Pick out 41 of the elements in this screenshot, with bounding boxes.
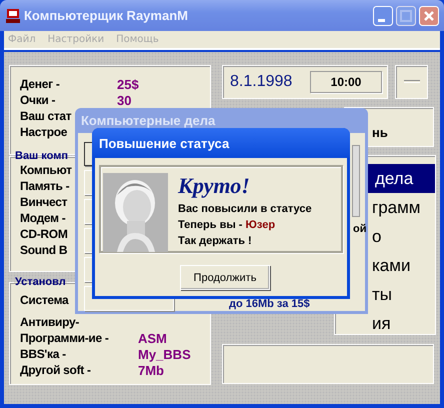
group-title: Ваш комп xyxy=(14,150,70,162)
item-label: Sound B xyxy=(20,243,68,257)
item-label: BBS'ка - xyxy=(20,347,66,361)
stat-label: Денег - xyxy=(20,77,61,91)
message-line: Вас повысили в статусе xyxy=(178,202,312,217)
window-title: Компьютерщик RaymanM xyxy=(24,8,189,23)
item-label: Другой soft - xyxy=(20,363,91,377)
continue-button[interactable]: Продолжить xyxy=(180,265,270,290)
maximize-icon[interactable] xyxy=(396,6,416,26)
close-icon[interactable] xyxy=(419,6,439,26)
stat-value: 30 xyxy=(117,92,132,108)
date-text: 8.1.1998 xyxy=(230,73,294,91)
time-display: 10:00 xyxy=(310,71,382,93)
item-value: My_BBS xyxy=(138,346,192,362)
small-button[interactable] xyxy=(395,65,428,99)
stat-label: Настрое xyxy=(20,125,68,139)
item-value: 7Mb xyxy=(138,362,165,378)
item-label: Память - xyxy=(20,179,70,193)
item-label: CD-ROM xyxy=(20,227,68,241)
item-label: Модем - xyxy=(20,211,66,225)
item-label: Антивиру- xyxy=(20,315,80,329)
message-line: Так держать ! xyxy=(178,234,253,249)
stat-value: 25$ xyxy=(117,76,139,92)
item-label: Программи-ие - xyxy=(20,331,109,345)
action-item[interactable]: ия xyxy=(335,309,435,338)
option-label: ой xyxy=(353,223,366,235)
computer-icon xyxy=(6,8,20,22)
item-label: Винчест xyxy=(20,195,68,209)
message-heading: Круто! xyxy=(178,173,251,199)
dash-icon xyxy=(404,80,420,84)
item-label: Система xyxy=(20,293,68,307)
window-title: Компьютерные дела xyxy=(81,113,216,128)
item-label: Компьют xyxy=(20,163,72,177)
scrollbar[interactable] xyxy=(352,145,360,217)
message-line: Теперь вы - Юзер xyxy=(178,218,276,233)
dialog-title: Повышение статуса xyxy=(99,136,230,150)
stat-label: Очки - xyxy=(20,93,56,107)
minimize-icon[interactable] xyxy=(373,6,393,26)
price-note: до 16Mb за 15$ xyxy=(229,298,310,310)
item-value: ASM xyxy=(138,330,168,346)
group-title: Установл xyxy=(14,276,67,288)
